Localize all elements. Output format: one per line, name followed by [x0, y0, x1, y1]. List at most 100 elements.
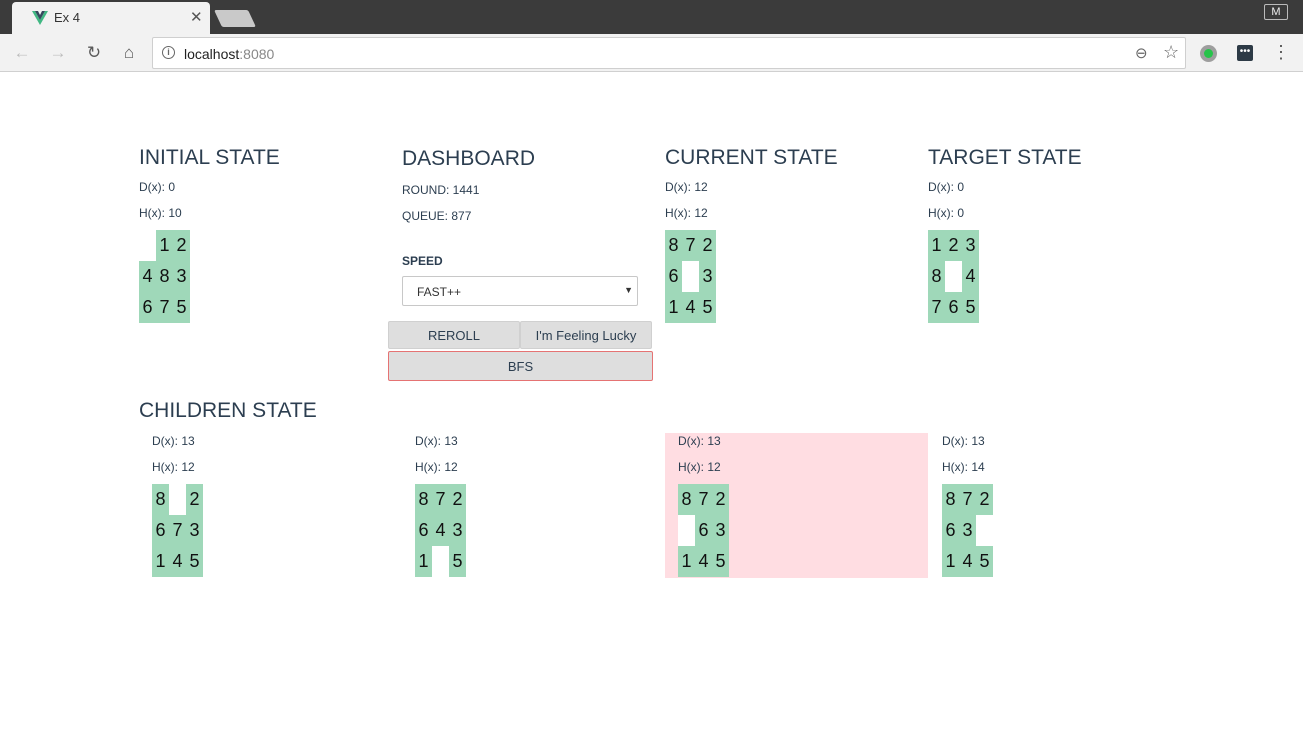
puzzle-tile: 2	[449, 484, 466, 515]
puzzle-tile: 8	[152, 484, 169, 515]
empty-tile	[945, 261, 962, 292]
menu-icon[interactable]: ⋮	[1272, 42, 1290, 63]
puzzle-tile: 1	[152, 546, 169, 577]
initial-state-title: INITIAL STATE	[139, 146, 280, 169]
puzzle-tile: 6	[415, 515, 432, 546]
extension-icon[interactable]: •••	[1237, 45, 1253, 61]
child-1-puzzle-grid[interactable]: 82673145	[152, 484, 203, 577]
puzzle-tile: 2	[186, 484, 203, 515]
feeling-lucky-button[interactable]: I'm Feeling Lucky	[520, 321, 652, 349]
puzzle-tile: 3	[173, 261, 190, 292]
current-h-value: H(x): 12	[665, 206, 708, 220]
puzzle-tile: 8	[415, 484, 432, 515]
puzzle-tile: 4	[139, 261, 156, 292]
puzzle-tile: 8	[665, 230, 682, 261]
puzzle-tile: 4	[682, 292, 699, 323]
bfs-button[interactable]: BFS	[388, 351, 653, 381]
puzzle-tile: 7	[695, 484, 712, 515]
forward-icon[interactable]: →	[47, 42, 69, 64]
target-d-value: D(x): 0	[928, 180, 964, 194]
child-3-h-value: H(x): 12	[678, 460, 721, 474]
queue-counter: QUEUE: 877	[402, 209, 472, 223]
puzzle-tile: 4	[695, 546, 712, 577]
zoom-out-icon[interactable]: ⊖	[1135, 44, 1148, 62]
puzzle-tile: 6	[942, 515, 959, 546]
puzzle-tile: 1	[678, 546, 695, 577]
child-3-puzzle-grid[interactable]: 87263145	[678, 484, 729, 577]
puzzle-tile: 3	[962, 230, 979, 261]
home-icon[interactable]: ⌂	[118, 42, 140, 64]
puzzle-tile: 3	[699, 261, 716, 292]
puzzle-tile: 1	[415, 546, 432, 577]
puzzle-tile: 6	[665, 261, 682, 292]
puzzle-tile: 6	[139, 292, 156, 323]
puzzle-tile: 7	[959, 484, 976, 515]
child-1-h-value: H(x): 12	[152, 460, 195, 474]
current-d-value: D(x): 12	[665, 180, 708, 194]
puzzle-tile: 2	[173, 230, 190, 261]
info-icon[interactable]: i	[162, 46, 175, 59]
browser-toolbar: ← → ↻ ⌂ i localhost:8080 ⊖ ☆ ••• ⋮	[0, 34, 1303, 72]
puzzle-tile: 2	[712, 484, 729, 515]
vue-logo-icon	[32, 11, 48, 25]
children-state-title: CHILDREN STATE	[139, 399, 317, 422]
puzzle-tile: 8	[942, 484, 959, 515]
puzzle-tile: 4	[169, 546, 186, 577]
empty-tile	[678, 515, 695, 546]
child-4-h-value: H(x): 14	[942, 460, 985, 474]
speed-selected-value: FAST++	[417, 285, 462, 299]
puzzle-tile: 1	[942, 546, 959, 577]
target-puzzle-grid: 12384765	[928, 230, 979, 323]
puzzle-tile: 3	[186, 515, 203, 546]
speed-label: SPEED	[402, 254, 443, 268]
child-4-puzzle-grid[interactable]: 87263145	[942, 484, 993, 577]
puzzle-tile: 5	[173, 292, 190, 323]
chevron-down-icon: ▼	[624, 285, 633, 295]
puzzle-tile: 2	[699, 230, 716, 261]
extension-icon[interactable]	[1200, 45, 1217, 62]
puzzle-tile: 2	[945, 230, 962, 261]
empty-tile	[169, 484, 186, 515]
initial-d-value: D(x): 0	[139, 180, 175, 194]
puzzle-tile: 6	[945, 292, 962, 323]
puzzle-tile: 2	[976, 484, 993, 515]
current-state-title: CURRENT STATE	[665, 146, 838, 169]
puzzle-tile: 8	[678, 484, 695, 515]
url-text: localhost:8080	[184, 46, 275, 62]
puzzle-tile: 3	[449, 515, 466, 546]
puzzle-tile: 5	[976, 546, 993, 577]
child-2-puzzle-grid[interactable]: 87264315	[415, 484, 466, 577]
empty-tile	[432, 546, 449, 577]
puzzle-tile: 5	[699, 292, 716, 323]
puzzle-tile: 4	[432, 515, 449, 546]
dashboard-title: DASHBOARD	[402, 147, 536, 170]
browser-tab[interactable]: Ex 4 ✕	[12, 2, 210, 34]
puzzle-tile: 1	[156, 230, 173, 261]
puzzle-tile: 7	[156, 292, 173, 323]
round-counter: ROUND: 1441	[402, 183, 480, 197]
puzzle-tile: 7	[928, 292, 945, 323]
empty-tile	[139, 230, 156, 261]
address-bar[interactable]: i localhost:8080 ⊖ ☆	[152, 37, 1186, 69]
reroll-button[interactable]: REROLL	[388, 321, 520, 349]
profile-button[interactable]: M	[1264, 4, 1288, 20]
child-4-d-value: D(x): 13	[942, 434, 985, 448]
star-icon[interactable]: ☆	[1163, 42, 1179, 63]
reload-icon[interactable]: ↻	[83, 42, 105, 64]
new-tab-button[interactable]	[214, 10, 256, 27]
child-2-d-value: D(x): 13	[415, 434, 458, 448]
puzzle-tile: 7	[682, 230, 699, 261]
browser-tab-bar: Ex 4 ✕ M	[0, 0, 1303, 34]
child-1-d-value: D(x): 13	[152, 434, 195, 448]
puzzle-tile: 3	[959, 515, 976, 546]
puzzle-tile: 5	[449, 546, 466, 577]
speed-select[interactable]: FAST++ ▼	[402, 276, 638, 306]
close-tab-icon[interactable]: ✕	[190, 8, 203, 26]
back-icon[interactable]: ←	[11, 42, 33, 64]
tab-title: Ex 4	[54, 10, 81, 25]
child-2-h-value: H(x): 12	[415, 460, 458, 474]
puzzle-tile: 7	[169, 515, 186, 546]
puzzle-tile: 5	[186, 546, 203, 577]
puzzle-tile: 1	[928, 230, 945, 261]
target-state-title: TARGET STATE	[928, 146, 1082, 169]
